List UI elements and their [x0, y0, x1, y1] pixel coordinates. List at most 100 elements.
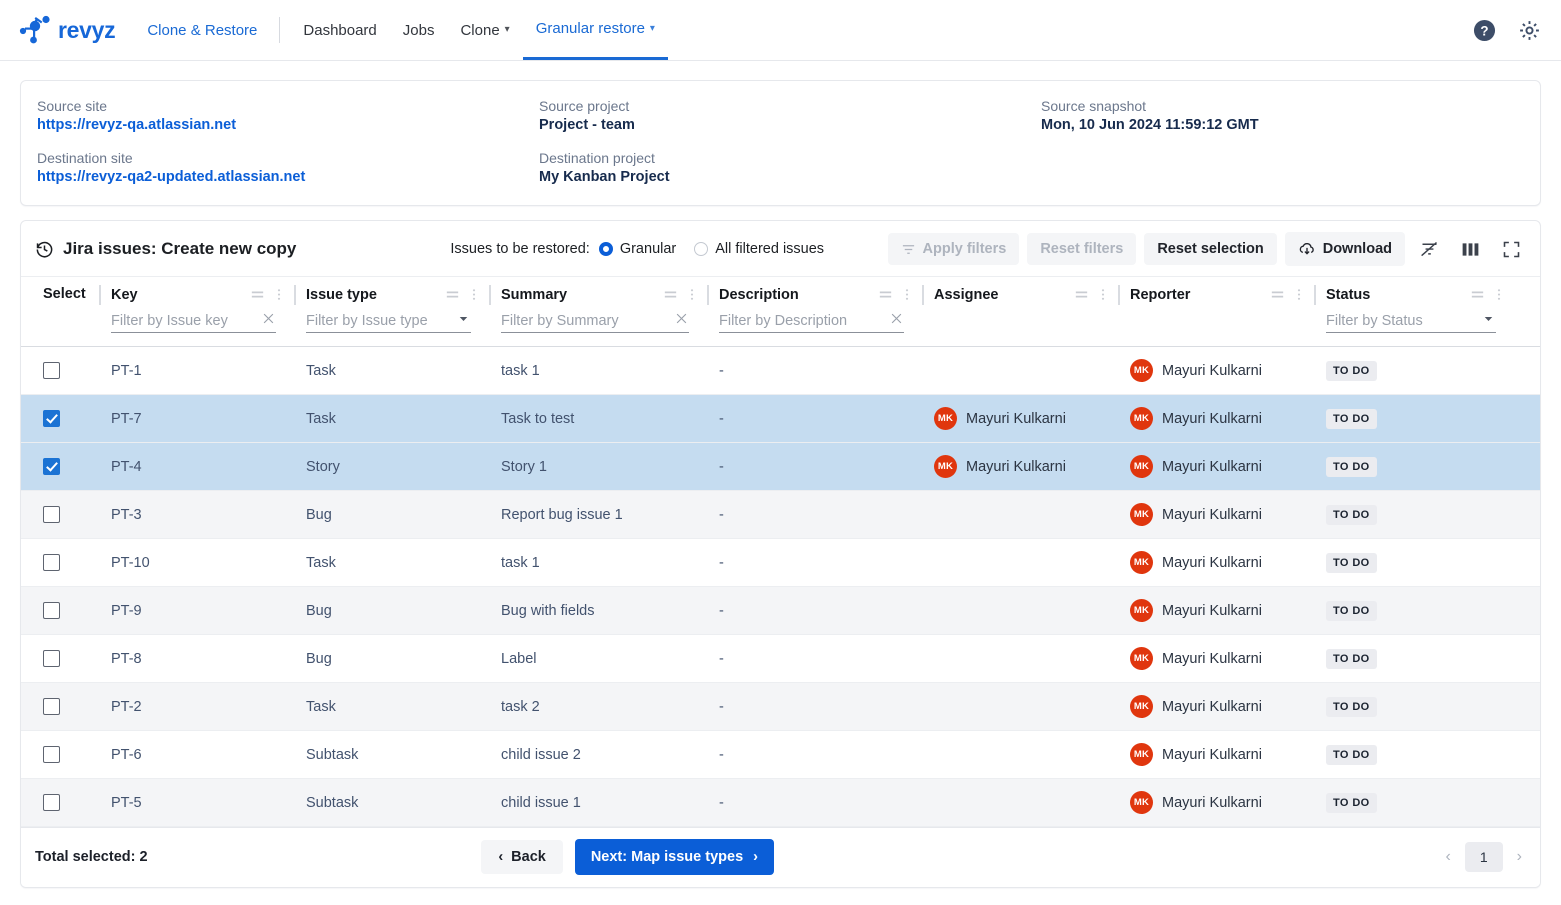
- reporter-name: Mayuri Kulkarni: [1162, 650, 1262, 667]
- assignee-name: Mayuri Kulkarni: [966, 410, 1066, 427]
- chevron-down-icon[interactable]: [452, 311, 471, 331]
- chevron-down-icon[interactable]: [1477, 311, 1496, 331]
- filter-key-input[interactable]: [111, 313, 257, 329]
- table-row[interactable]: PT-5 Subtask child issue 1 - MK Mayuri Kulkar…: [21, 779, 1540, 827]
- row-select-cell[interactable]: [21, 443, 99, 490]
- nav-item-jobs[interactable]: Jobs: [390, 1, 448, 60]
- source-site-label: Source site: [37, 98, 108, 114]
- equals-icon[interactable]: [877, 286, 894, 303]
- row-select-cell[interactable]: [21, 635, 99, 682]
- apply-filters-button[interactable]: Apply filters: [887, 233, 1020, 265]
- source-site-value[interactable]: https://revyz-qa.atlassian.net: [37, 117, 539, 133]
- row-checkbox[interactable]: [43, 554, 60, 571]
- equals-icon[interactable]: [1469, 286, 1486, 303]
- column-menu-icon[interactable]: [685, 286, 699, 303]
- filter-issue-type-wrapper[interactable]: [306, 310, 471, 333]
- download-button[interactable]: Download: [1284, 232, 1405, 266]
- filter-description-input[interactable]: [719, 313, 885, 329]
- row-select-cell[interactable]: [21, 539, 99, 586]
- cell-description: -: [719, 458, 724, 475]
- row-checkbox[interactable]: [43, 746, 60, 763]
- destination-site-value[interactable]: https://revyz-qa2-updated.atlassian.net: [37, 169, 539, 185]
- cell-assignee: [922, 635, 1118, 682]
- table-row[interactable]: PT-6 Subtask child issue 2 - MK Mayuri Kulkar…: [21, 731, 1540, 779]
- columns-icon[interactable]: [1454, 235, 1487, 264]
- cell-status: TO DO: [1314, 731, 1514, 778]
- filter-key-wrapper[interactable]: [111, 310, 276, 333]
- row-checkbox[interactable]: [43, 506, 60, 523]
- avatar: MK: [934, 407, 957, 430]
- table-row[interactable]: PT-2 Task task 2 - MK Mayuri Kulkarni TO DO: [21, 683, 1540, 731]
- radio-all-filtered-issues-input[interactable]: [694, 242, 709, 256]
- radio-granular[interactable]: Granular: [598, 241, 676, 257]
- brand-logo[interactable]: revyz: [18, 15, 116, 45]
- nav-item-label: Dashboard: [303, 21, 377, 39]
- row-select-cell[interactable]: [21, 347, 99, 394]
- row-checkbox[interactable]: [43, 458, 60, 475]
- row-select-cell[interactable]: [21, 491, 99, 538]
- column-menu-icon[interactable]: [1492, 286, 1506, 303]
- filter-status-wrapper[interactable]: [1326, 310, 1496, 333]
- table-row[interactable]: PT-9 Bug Bug with fields - MK Mayuri Kulkarni…: [21, 587, 1540, 635]
- filter-description-wrapper[interactable]: [719, 310, 904, 333]
- reporter-name: Mayuri Kulkarni: [1162, 362, 1262, 379]
- row-checkbox[interactable]: [43, 650, 60, 667]
- column-menu-icon[interactable]: [272, 286, 286, 303]
- table-row[interactable]: PT-4 Story Story 1 - MK Mayuri Kulkarni MK Mayu…: [21, 443, 1540, 491]
- row-select-cell[interactable]: [21, 731, 99, 778]
- row-checkbox[interactable]: [43, 362, 60, 379]
- row-select-cell[interactable]: [21, 587, 99, 634]
- clear-icon[interactable]: [885, 311, 904, 331]
- cell-description: -: [719, 506, 724, 523]
- row-checkbox[interactable]: [43, 410, 60, 427]
- reset-filters-button[interactable]: Reset filters: [1027, 233, 1137, 265]
- table-footer: Total selected: 2 ‹ Back Next: Map issue…: [21, 827, 1540, 887]
- back-button[interactable]: ‹ Back: [481, 840, 563, 874]
- column-menu-icon[interactable]: [1096, 286, 1110, 303]
- equals-icon[interactable]: [662, 286, 679, 303]
- gear-icon[interactable]: [1518, 19, 1541, 42]
- reporter-name: Mayuri Kulkarni: [1162, 698, 1262, 715]
- nav-item-granular-restore[interactable]: Granular restore ▾: [522, 1, 668, 60]
- nav-item-dashboard[interactable]: Dashboard: [290, 1, 389, 60]
- nav-link-clone-and-restore[interactable]: Clone & Restore: [135, 1, 269, 60]
- pagination-page-1[interactable]: 1: [1464, 842, 1503, 872]
- fullscreen-icon[interactable]: [1495, 235, 1528, 264]
- table-row[interactable]: PT-10 Task task 1 - MK Mayuri Kulkarni TO DO: [21, 539, 1540, 587]
- row-select-cell[interactable]: [21, 683, 99, 730]
- equals-icon[interactable]: [249, 286, 266, 303]
- clear-icon[interactable]: [257, 311, 276, 331]
- equals-icon[interactable]: [1073, 286, 1090, 303]
- table-row[interactable]: PT-1 Task task 1 - MK Mayuri Kulkarni TO DO: [21, 347, 1540, 395]
- filter-issue-type-input[interactable]: [306, 313, 452, 329]
- nav-item-clone[interactable]: Clone ▾: [447, 1, 522, 60]
- pagination-prev-icon[interactable]: ‹: [1442, 848, 1455, 866]
- column-menu-icon[interactable]: [467, 286, 481, 303]
- column-menu-icon[interactable]: [900, 286, 914, 303]
- table-row[interactable]: PT-8 Bug Label - MK Mayuri Kulkarni TO DO: [21, 635, 1540, 683]
- table-row[interactable]: PT-7 Task Task to test - MK Mayuri Kulkarni MK…: [21, 395, 1540, 443]
- row-select-cell[interactable]: [21, 395, 99, 442]
- column-menu-icon[interactable]: [1292, 286, 1306, 303]
- radio-all-filtered-issues[interactable]: All filtered issues: [694, 241, 824, 257]
- filter-summary-wrapper[interactable]: [501, 310, 689, 333]
- clear-icon[interactable]: [670, 311, 689, 331]
- row-checkbox[interactable]: [43, 794, 60, 811]
- table-row[interactable]: PT-3 Bug Report bug issue 1 - MK Mayuri Kulka…: [21, 491, 1540, 539]
- next-map-issue-types-button[interactable]: Next: Map issue types ›: [574, 839, 774, 875]
- destination-site-block: Destination site https://revyz-qa2-updat…: [37, 150, 539, 185]
- equals-icon[interactable]: [1269, 286, 1286, 303]
- filter-summary-input[interactable]: [501, 313, 670, 329]
- cell-issue-key: PT-5: [111, 794, 142, 811]
- row-select-cell[interactable]: [21, 779, 99, 826]
- reset-selection-button[interactable]: Reset selection: [1144, 233, 1277, 265]
- cell-summary: task 1: [501, 554, 540, 571]
- row-checkbox[interactable]: [43, 698, 60, 715]
- equals-icon[interactable]: [444, 286, 461, 303]
- filter-status-input[interactable]: [1326, 313, 1477, 329]
- help-circle-icon[interactable]: ?: [1473, 19, 1496, 42]
- pagination-next-icon[interactable]: ›: [1513, 848, 1526, 866]
- row-checkbox[interactable]: [43, 602, 60, 619]
- radio-granular-input[interactable]: [598, 242, 613, 256]
- filter-off-icon[interactable]: [1413, 235, 1446, 264]
